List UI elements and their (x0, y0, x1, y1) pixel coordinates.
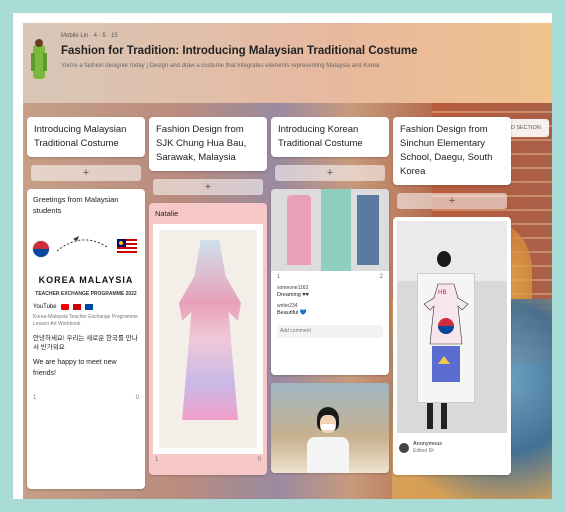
post-footer: 1 2 (271, 271, 389, 283)
hanbok-photo[interactable] (271, 189, 389, 271)
comment-count[interactable]: 0 (258, 457, 261, 463)
artwork-sheet: HB (417, 273, 475, 403)
classroom-wall (397, 221, 507, 281)
column-sjk-design: Fashion Design from SJK Chung Hua Bau, S… (149, 117, 267, 475)
flags-graphic (27, 221, 145, 269)
comment: writer234 Beautiful 💙 (271, 301, 389, 319)
drawing-photo[interactable] (153, 224, 263, 454)
add-post-button[interactable]: + (397, 193, 507, 209)
youtube-icon (60, 304, 69, 310)
comment-count[interactable]: 0 (136, 395, 139, 401)
comment: someone1163 Dreaming ♥♥ (271, 283, 389, 301)
like-count[interactable]: 1 (277, 274, 280, 280)
hanbok-figure (287, 195, 311, 265)
link-preview[interactable]: YouTube (27, 298, 145, 312)
post-meta: Edited 6h (413, 448, 435, 454)
post-author-row: Anonymous Edited 6h (393, 437, 511, 459)
post-card[interactable]: 1 2 someone1163 Dreaming ♥♥ writer234 Be… (271, 189, 389, 375)
student-leg (427, 403, 433, 429)
add-post-button[interactable]: + (275, 165, 385, 181)
figure-frame: Mobile Lin · 4 · 5 · 15 Fashion for Trad… (8, 8, 557, 504)
post-card[interactable]: HB Anonymous Edited 6h (393, 217, 511, 475)
comment-text: Beautiful 💙 (277, 310, 307, 316)
english-greeting: We are happy to meet new friends! (33, 359, 117, 377)
comment-count[interactable]: 2 (380, 274, 383, 280)
post-author: Anonymous (413, 441, 443, 447)
banner-subtitle: TEACHER EXCHANGE PROGRAMME 2022 (35, 291, 137, 297)
add-comment-input[interactable]: Add comment (277, 325, 383, 338)
artwork-drawing: HB (423, 283, 469, 382)
exchange-banner: KOREA MALAYSIA (27, 269, 145, 291)
board-author[interactable]: Mobile Lin · 4 · 5 · 15 (61, 33, 118, 39)
korea-malaysia-flags-icon (32, 236, 137, 258)
column-title[interactable]: Fashion Design from SJK Chung Hua Bau, S… (149, 117, 267, 171)
like-count[interactable]: 1 (33, 395, 36, 401)
column-title[interactable]: Introducing Korean Traditional Costume (271, 117, 389, 157)
link-description: Korea-Malaysia Teacher Exchange Programm… (33, 314, 138, 327)
column-sinchun-design: Fashion Design from Sinchun Elementary S… (393, 117, 511, 475)
malaysia-flag-icon (72, 304, 81, 310)
comment-author: someone1163 (277, 285, 309, 291)
student-mask (321, 424, 335, 430)
padlet-board: Mobile Lin · 4 · 5 · 15 Fashion for Trad… (23, 23, 552, 499)
avatar (399, 443, 409, 453)
board-avatar-icon (31, 39, 47, 79)
comment-author: writer234 (277, 303, 298, 309)
comment-text: Dreaming ♥♥ (277, 292, 309, 298)
column-malaysian-costume: Introducing Malaysian Traditional Costum… (27, 117, 145, 489)
board-subtitle: You're a fashion designer today | Design… (61, 63, 380, 69)
costume-drawing (179, 240, 241, 420)
student-leg (441, 403, 447, 429)
korea-flag-icon (84, 304, 93, 310)
youtube-label: YouTube (33, 304, 57, 310)
board-title: Fashion for Tradition: Introducing Malay… (61, 45, 418, 57)
korean-greeting: 안녕하세요! 우리는 새로운 한국를 만나서 반가워요 (33, 335, 138, 351)
student-head (437, 251, 451, 267)
post-author: Natalie (155, 209, 179, 218)
column-title[interactable]: Fashion Design from Sinchun Elementary S… (393, 117, 511, 185)
column-title[interactable]: Introducing Malaysian Traditional Costum… (27, 117, 145, 157)
post-footer: 1 0 (149, 454, 267, 466)
hanbok-figure (321, 189, 351, 271)
hanbok-figure (357, 195, 379, 265)
board-header: Mobile Lin · 4 · 5 · 15 Fashion for Trad… (23, 23, 552, 103)
banner-text: KOREA MALAYSIA (38, 275, 134, 285)
like-count[interactable]: 1 (155, 457, 158, 463)
post-footer: 1 0 (27, 392, 145, 404)
student-body (307, 437, 349, 473)
student-artwork-photo[interactable]: HB (397, 221, 507, 433)
drawing-paper (159, 230, 257, 448)
column-korean-costume: Introducing Korean Traditional Costume +… (271, 117, 389, 473)
student-photo[interactable] (271, 383, 389, 473)
add-post-button[interactable]: + (153, 179, 263, 195)
post-card[interactable]: Natalie 1 0 (149, 203, 267, 475)
svg-text:HB: HB (438, 289, 447, 296)
add-post-button[interactable]: + (31, 165, 141, 181)
post-card[interactable]: Greetings from Malaysian students KOREA … (27, 189, 145, 489)
post-title: Greetings from Malaysian students (33, 195, 119, 215)
post-card[interactable] (271, 383, 389, 473)
